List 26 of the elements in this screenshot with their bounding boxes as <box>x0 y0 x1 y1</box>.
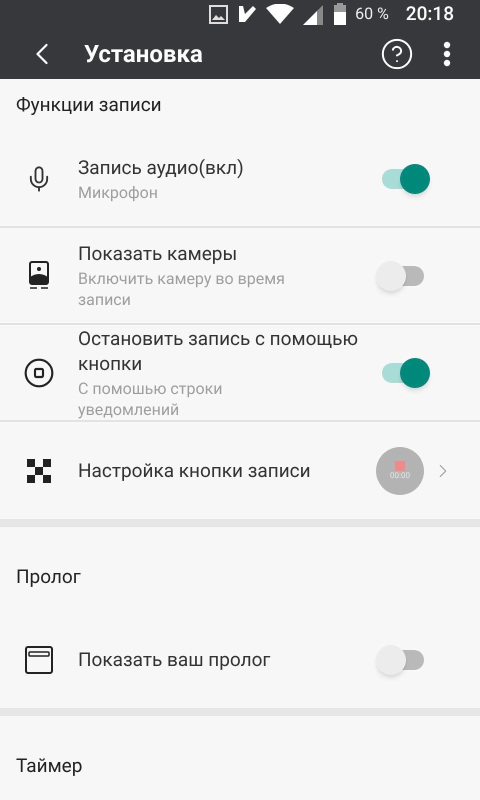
stop-icon <box>23 356 55 388</box>
help-icon <box>380 36 414 71</box>
setting-subtitle: Включить камеру во время записи <box>78 268 286 310</box>
section-header: Таймер <box>16 752 82 778</box>
camera-icon <box>28 260 50 290</box>
setting-title: Показать камеры <box>78 241 238 266</box>
screen-title: Установка <box>84 38 204 70</box>
signal-icon <box>303 3 326 26</box>
setting-title: Запись аудио(вкл) <box>78 154 245 180</box>
section-header: Пролог <box>16 564 81 590</box>
image-icon <box>209 4 228 24</box>
setting-title: Остановить запись с помощью кнопки <box>78 326 359 376</box>
battery-percent: 60 % <box>355 3 389 26</box>
setting-subtitle: Микрофон <box>78 182 159 202</box>
window-icon <box>25 646 53 674</box>
setting-title: Настройка кнопки записи <box>78 458 312 483</box>
setting-title: Показать ваш пролог <box>78 647 272 672</box>
stop-square-icon <box>395 460 405 470</box>
section-header: Функции записи <box>16 92 162 118</box>
checkered-icon <box>27 458 51 482</box>
clock: 20:18 <box>406 1 454 27</box>
checkmark-flag-icon <box>237 4 258 24</box>
battery-icon <box>334 3 346 26</box>
more-icon <box>443 40 451 67</box>
setting-subtitle: С помошью строки уведомлений <box>78 378 224 420</box>
wifi-icon <box>266 4 294 24</box>
